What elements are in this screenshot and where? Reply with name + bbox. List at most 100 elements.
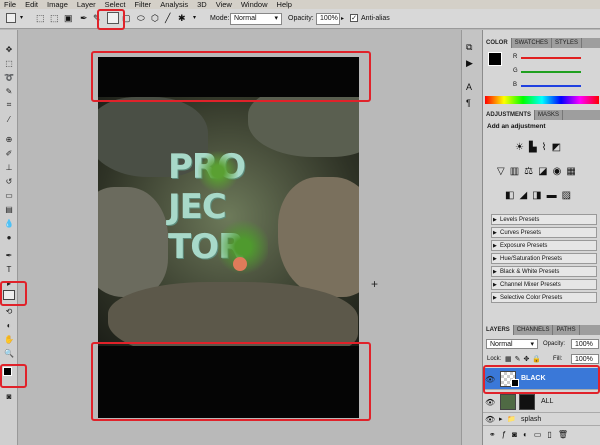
3d-rotate-tool-icon[interactable]: ⟲ <box>3 306 15 316</box>
dodge-tool-icon[interactable]: ● <box>3 232 15 242</box>
new-group-icon[interactable]: ▭ <box>534 430 548 439</box>
blur-tool-icon[interactable]: 💧 <box>3 218 15 228</box>
crop-tool-icon[interactable]: ⌗ <box>3 100 15 110</box>
curves-icon[interactable]: ⌇ <box>542 142 552 153</box>
gradient-tool-icon[interactable]: ▤ <box>3 204 15 214</box>
paths-icon[interactable]: ⬚ <box>50 13 62 25</box>
selective-color-presets[interactable]: Selective Color Presets <box>491 292 597 303</box>
posterize-icon[interactable]: ◢ <box>519 190 532 201</box>
brush-tool-icon[interactable]: ✐ <box>3 148 15 158</box>
blend-mode-select[interactable]: Normal ▾ <box>486 339 538 349</box>
tab-color[interactable]: COLOR <box>483 38 512 48</box>
layer-name[interactable]: ALL <box>541 398 553 405</box>
opacity-input[interactable]: 100% <box>316 13 340 25</box>
opacity-dropdown-icon[interactable]: ▸ <box>341 15 344 27</box>
layer-style-icon[interactable]: ƒ <box>502 430 512 439</box>
delete-layer-icon[interactable]: 🗑 <box>558 430 574 439</box>
lock-transparency-icon[interactable]: ▦ <box>505 356 515 363</box>
black-white-presets[interactable]: Black & White Presets <box>491 266 597 277</box>
blue-slider[interactable] <box>521 85 581 87</box>
gradient-map-icon[interactable]: ▬ <box>547 190 562 201</box>
quick-mask-icon[interactable]: ◙ <box>3 391 15 401</box>
color-spectrum[interactable] <box>485 96 599 104</box>
menu-select[interactable]: Select <box>105 0 126 9</box>
fill-input[interactable]: 100% <box>571 354 599 364</box>
red-slider[interactable] <box>521 57 581 59</box>
polygon-icon[interactable]: ⬡ <box>151 13 163 25</box>
menu-3d[interactable]: 3D <box>197 0 207 9</box>
marquee-tool-icon[interactable]: ⬚ <box>3 58 15 68</box>
menu-window[interactable]: Window <box>241 0 268 9</box>
foreground-color-chip[interactable] <box>488 52 502 66</box>
geometry-options-icon[interactable]: ▾ <box>193 14 199 26</box>
add-mask-icon[interactable]: ◙ <box>512 430 523 439</box>
exposure-presets[interactable]: Exposure Presets <box>491 240 597 251</box>
pen-tool-icon[interactable]: ✒ <box>3 250 15 260</box>
tab-masks[interactable]: MASKS <box>535 110 564 120</box>
link-layers-icon[interactable]: ⚭ <box>489 430 502 439</box>
selective-color-icon[interactable]: ▨ <box>562 190 576 201</box>
levels-presets[interactable]: Levels Presets <box>491 214 597 225</box>
antialias-checkbox[interactable]: ✓ <box>350 14 358 22</box>
green-slider[interactable] <box>521 71 581 73</box>
lock-image-icon[interactable]: ✎ <box>515 356 524 363</box>
clone-stamp-tool-icon[interactable]: ⊥ <box>3 162 15 172</box>
quick-select-tool-icon[interactable]: ✎ <box>3 86 15 96</box>
fill-pixels-icon[interactable]: ▣ <box>64 13 76 25</box>
tab-adjustments[interactable]: ADJUSTMENTS <box>483 110 536 120</box>
3d-orbit-tool-icon[interactable]: ◐ <box>3 320 15 330</box>
menu-help[interactable]: Help <box>277 0 292 9</box>
photo-filter-icon[interactable]: ◉ <box>553 166 567 177</box>
type-tool-icon[interactable]: T <box>3 264 15 274</box>
exposure-icon[interactable]: ◩ <box>552 142 566 153</box>
eraser-tool-icon[interactable]: ▭ <box>3 190 15 200</box>
layer-name[interactable]: splash <box>521 416 541 423</box>
lasso-tool-icon[interactable]: ➰ <box>3 72 15 82</box>
invert-icon[interactable]: ◧ <box>505 190 519 201</box>
move-tool-icon[interactable]: ✥ <box>3 44 15 54</box>
menu-analysis[interactable]: Analysis <box>160 0 188 9</box>
threshold-icon[interactable]: ◨ <box>532 190 546 201</box>
curves-presets[interactable]: Curves Presets <box>491 227 597 238</box>
hue-saturation-icon[interactable]: ▥ <box>510 166 524 177</box>
eyedropper-tool-icon[interactable]: ⁄ <box>3 114 15 124</box>
visibility-eye-icon[interactable]: 👁 <box>485 398 495 407</box>
shape-layers-icon[interactable]: ⬚ <box>36 13 48 25</box>
levels-icon[interactable]: ▙ <box>529 142 542 153</box>
menu-view[interactable]: View <box>216 0 232 9</box>
history-panel-icon[interactable]: ⧉ <box>466 42 472 53</box>
tab-channels[interactable]: CHANNELS <box>514 325 554 335</box>
healing-brush-tool-icon[interactable]: ⊕ <box>3 134 15 144</box>
tab-styles[interactable]: STYLES <box>552 38 583 48</box>
paragraph-panel-icon[interactable]: ¶ <box>466 98 471 108</box>
mode-select[interactable]: Normal ▾ <box>230 13 282 25</box>
preset-dropdown-icon[interactable]: ▾ <box>20 14 26 22</box>
black-white-icon[interactable]: ◪ <box>538 166 552 177</box>
layer-row-all[interactable]: 👁 ALL <box>483 391 600 413</box>
channel-mixer-icon[interactable]: ▦ <box>566 166 580 177</box>
zoom-tool-icon[interactable]: 🔍 <box>3 348 15 358</box>
visibility-eye-icon[interactable]: 👁 <box>485 415 495 424</box>
layer-opacity-input[interactable]: 100% <box>571 339 599 349</box>
adjustment-layer-icon[interactable]: ◐ <box>523 430 534 439</box>
tool-preset-picker[interactable] <box>6 13 16 23</box>
layer-row-splash[interactable]: 👁 ▸ 📁 splash <box>483 414 600 426</box>
group-expand-icon[interactable]: ▸ <box>499 415 503 423</box>
actions-panel-icon[interactable]: ▶ <box>466 58 473 69</box>
hue-saturation-presets[interactable]: Hue/Saturation Presets <box>491 253 597 264</box>
tab-swatches[interactable]: SWATCHES <box>512 38 553 48</box>
line-icon[interactable]: ╱ <box>165 13 177 25</box>
tab-layers[interactable]: LAYERS <box>483 325 514 335</box>
menu-filter[interactable]: Filter <box>135 0 152 9</box>
character-panel-icon[interactable]: A <box>466 82 472 92</box>
lock-all-icon[interactable]: 🔒 <box>532 356 544 363</box>
ellipse-icon[interactable]: ⬭ <box>137 13 149 25</box>
menu-layer[interactable]: Layer <box>77 0 96 9</box>
tab-paths[interactable]: PATHS <box>553 325 580 335</box>
channel-mixer-presets[interactable]: Channel Mixer Presets <box>491 279 597 290</box>
brightness-icon[interactable]: ☀ <box>515 142 529 153</box>
vibrance-icon[interactable]: ▽ <box>497 166 510 177</box>
color-balance-icon[interactable]: ⚖ <box>524 166 538 177</box>
menu-edit[interactable]: Edit <box>25 0 38 9</box>
menu-file[interactable]: File <box>4 0 16 9</box>
